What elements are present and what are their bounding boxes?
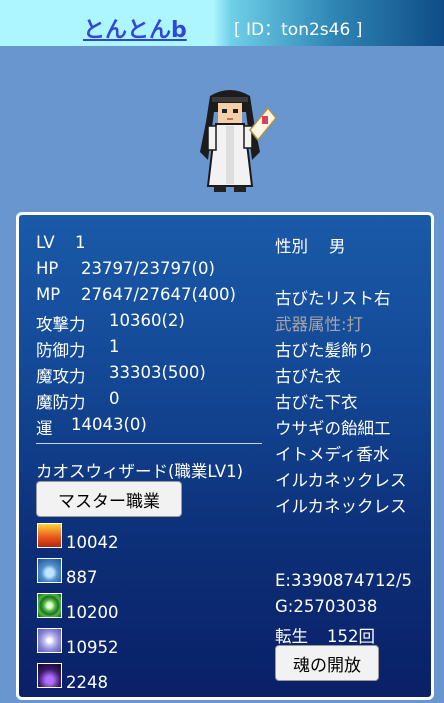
dark-element-icon: [37, 663, 62, 688]
soul-release-button[interactable]: 魂の開放: [275, 645, 379, 681]
equipment-item: イトメディ香水: [275, 445, 390, 464]
fire-element-icon: [37, 523, 62, 548]
stat-value-magic-attack: 33303(500): [109, 363, 206, 382]
experience-value: E:3390874712/5: [275, 571, 413, 590]
weapon-attribute: 武器属性:打: [275, 315, 364, 334]
stat-value-luck: 14043(0): [71, 415, 147, 434]
master-job-button[interactable]: マスター職業: [36, 481, 182, 517]
stat-value-defense: 1: [109, 337, 120, 356]
player-name-link[interactable]: とんとんb: [83, 12, 187, 44]
light-element-icon: [37, 628, 62, 653]
gender-value: 男: [329, 237, 346, 256]
stat-label-defense: 防御力: [36, 341, 86, 360]
stat-label-magic-attack: 魔攻力: [36, 367, 86, 386]
equipment-item: イルカネックレス: [275, 471, 407, 490]
stat-value-attack: 10360(2): [109, 311, 185, 330]
stat-label-mp: MP: [36, 285, 61, 304]
gender-label: 性別: [275, 237, 308, 256]
equipment-item: 古びた衣: [275, 367, 341, 386]
gold-value: G:25703038: [275, 597, 378, 616]
wind-element-icon: [37, 593, 62, 618]
stat-value-hp: 23797/23797(0): [81, 259, 215, 278]
status-panel: LV 1 HP 23797/23797(0) MP 27647/27647(40…: [16, 212, 434, 700]
stat-value-magic-defense: 0: [109, 389, 120, 408]
equipment-item: 古びたリスト右: [275, 289, 391, 308]
dark-element-value: 2248: [66, 673, 108, 692]
fire-element-value: 10042: [66, 533, 119, 552]
rebirth-count: 152回: [327, 627, 375, 646]
water-element-value: 887: [66, 568, 98, 587]
stat-value-lv: 1: [75, 233, 86, 252]
stat-label-luck: 運: [36, 419, 53, 438]
stat-label-magic-defense: 魔防力: [36, 393, 86, 412]
equipment-item: 古びた下衣: [275, 393, 358, 412]
equipment-item: 古びた髪飾り: [275, 341, 374, 360]
equipment-item: ウサギの飴細工: [275, 419, 391, 438]
stat-value-mp: 27647/27647(400): [81, 285, 236, 304]
wind-element-value: 10200: [66, 603, 119, 622]
stat-label-lv: LV: [36, 233, 55, 252]
profile-header: とんとんb [ ID：ton2s46 ]: [0, 0, 444, 46]
stat-label-hp: HP: [36, 259, 59, 278]
character-avatar: [200, 90, 277, 192]
player-id: [ ID：ton2s46 ]: [234, 20, 363, 40]
light-element-value: 10952: [66, 638, 119, 657]
job-title: カオスウィザード(職業LV1): [36, 462, 244, 481]
rebirth-label: 転生: [275, 627, 308, 646]
stat-label-attack: 攻撃力: [36, 315, 86, 334]
water-element-icon: [37, 558, 62, 583]
stats-divider: [36, 443, 262, 444]
equipment-item: イルカネックレス: [275, 497, 407, 516]
